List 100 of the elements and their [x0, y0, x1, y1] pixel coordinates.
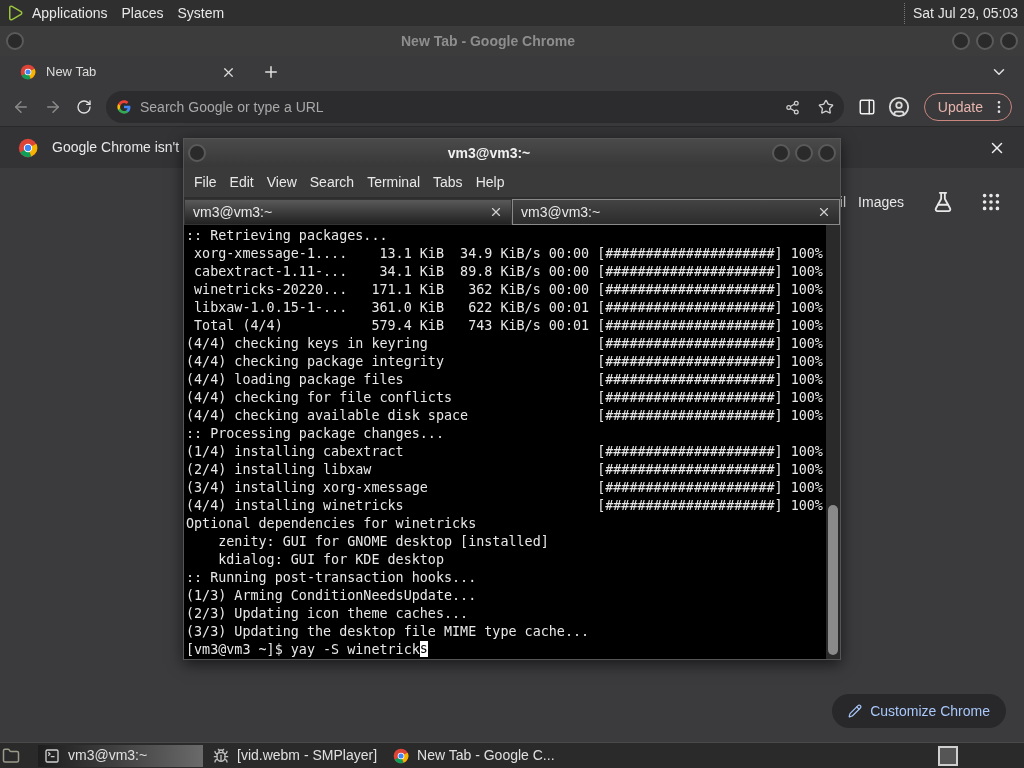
- panel-menu[interactable]: Applications: [32, 2, 108, 24]
- chrome-logo-icon: [18, 137, 38, 158]
- terminal-line: (3/3) Updating the desktop file MIME type cache...: [186, 624, 590, 639]
- tab-title: vm3@vm3:~: [193, 202, 274, 222]
- infobar-message: Google Chrome isn't: [52, 138, 180, 157]
- terminal-line: (4/4) checking package integrity: [186, 353, 445, 371]
- terminal-line: :: Processing package changes...: [186, 426, 444, 441]
- apps-grid-icon[interactable]: [980, 191, 1002, 213]
- customize-chrome-button[interactable]: Customize Chrome: [832, 694, 1006, 728]
- percent-text: 100%: [790, 299, 823, 317]
- terminal-line: Optional dependencies for winetricks: [186, 516, 477, 531]
- progress-bar-text: [#####################]: [597, 479, 783, 497]
- back-icon[interactable]: [12, 98, 30, 116]
- progress-bar-text: [#####################]: [597, 245, 783, 263]
- progress-bar-text: [#####################]: [597, 281, 783, 299]
- forward-icon[interactable]: [44, 98, 62, 116]
- percent-text: 100%: [790, 389, 823, 407]
- close-icon[interactable]: [817, 205, 831, 219]
- terminal-line: (1/4) installing cabextract: [186, 443, 405, 461]
- panel-menu[interactable]: Places: [121, 2, 164, 24]
- progress-bar-text: [#####################]: [597, 353, 783, 371]
- window-title: vm3@vm3:~: [446, 143, 532, 163]
- scrollbar[interactable]: [826, 225, 840, 659]
- progress-bar-text: [#####################]: [597, 371, 783, 389]
- percent-text: 100%: [790, 407, 823, 425]
- terminal-line: (4/4) checking for file conflicts: [186, 389, 454, 407]
- percent-text: 100%: [790, 479, 823, 497]
- terminal-line: (3/4) installing xorg-xmessage: [186, 479, 429, 497]
- terminal-tab[interactable]: vm3@vm3:~: [512, 199, 840, 225]
- tab-title: New Tab: [46, 63, 98, 82]
- menu-item[interactable]: Tabs: [427, 171, 469, 193]
- clock-text: Sat Jul 29, 05:03: [903, 2, 1018, 24]
- taskbar-item[interactable]: vm3@vm3:~: [38, 744, 203, 767]
- percent-text: 100%: [790, 281, 823, 299]
- progress-bar-text: [#####################]: [597, 461, 783, 479]
- panel-menu[interactable]: System: [177, 2, 225, 24]
- search-field[interactable]: Search Google or type a URL: [140, 96, 777, 118]
- progress-bar-text: [#####################]: [597, 389, 783, 407]
- terminal-line: (2/4) installing libxaw: [186, 461, 373, 479]
- taskbar-item[interactable]: New Tab - Google C...: [387, 744, 561, 767]
- progress-bar-text: [#####################]: [597, 443, 783, 461]
- terminal-line: (2/3) Updating icon theme caches...: [186, 606, 469, 621]
- terminal-line: (4/4) loading package files: [186, 371, 405, 389]
- terminal-line: cabextract-1.11-... 34.1 KiB 89.8 KiB/s 00:00: [193, 263, 591, 281]
- progress-bar-text: [#####################]: [597, 317, 783, 335]
- terminal-line: libxaw-1.0.15-1-... 361.0 KiB 622 KiB/s 00:01: [193, 299, 591, 317]
- tab-title: vm3@vm3:~: [521, 202, 602, 222]
- workspace-switcher[interactable]: [938, 745, 958, 766]
- percent-text: 100%: [790, 371, 823, 389]
- percent-text: 100%: [790, 461, 823, 479]
- new-tab-icon[interactable]: [262, 63, 280, 81]
- terminal-line: zenity: GUI for GNOME desktop [installed]: [217, 534, 549, 549]
- bookmark-star-icon[interactable]: [817, 99, 834, 115]
- percent-text: 100%: [790, 245, 823, 263]
- terminal-line: xorg-xmessage-1.... 13.1 KiB 34.9 KiB/s 00:00: [193, 245, 591, 263]
- menu-item[interactable]: Edit: [223, 171, 260, 193]
- menu-item[interactable]: Help: [469, 171, 511, 193]
- address-bar[interactable]: Search Google or type a URL: [106, 91, 844, 123]
- terminal-icon: [44, 747, 60, 764]
- terminal-line: (4/4) checking available disk space: [186, 407, 470, 425]
- percent-text: 100%: [790, 317, 823, 335]
- percent-text: 100%: [790, 443, 823, 461]
- reload-icon[interactable]: [76, 99, 92, 115]
- menu-item[interactable]: File: [188, 171, 223, 193]
- menu-item[interactable]: Terminal: [361, 171, 427, 193]
- show-desktop-icon[interactable]: [2, 746, 20, 765]
- percent-text: 100%: [790, 353, 823, 371]
- progress-bar-text: [#####################]: [597, 497, 783, 515]
- terminal-line: kdialog: GUI for KDE desktop: [217, 552, 444, 567]
- terminal-line: (4/4) installing winetricks: [186, 497, 405, 515]
- side-panel-icon[interactable]: [857, 98, 876, 116]
- menu-item[interactable]: Search: [303, 171, 361, 193]
- menu-item[interactable]: View: [260, 171, 303, 193]
- terminal-tab[interactable]: vm3@vm3:~: [184, 199, 512, 225]
- header-link[interactable]: il: [839, 191, 847, 213]
- window-title: New Tab - Google Chrome: [400, 31, 576, 51]
- pencil-icon: [848, 704, 863, 718]
- progress-bar-text: [#####################]: [597, 335, 783, 353]
- percent-text: 100%: [790, 497, 823, 515]
- google-g-icon: [116, 99, 132, 115]
- chrome-logo-icon: [393, 747, 410, 764]
- percent-text: 100%: [790, 263, 823, 281]
- terminal-line: (1/3) Arming ConditionNeedsUpdate...: [186, 588, 477, 603]
- bug-icon: [213, 747, 229, 764]
- progress-bar-text: [#####################]: [597, 299, 783, 317]
- percent-text: 100%: [790, 335, 823, 353]
- taskbar-item[interactable]: [vid.webm - SMPlayer]: [207, 744, 384, 767]
- header-link[interactable]: Images: [858, 191, 904, 213]
- terminal-line: :: Retrieving packages...: [186, 228, 388, 243]
- profile-icon[interactable]: [887, 96, 910, 118]
- terminal-line: winetricks-20220... 171.1 KiB 362 KiB/s 00:00: [193, 281, 591, 299]
- terminal-line: (4/4) checking keys in keyring: [186, 335, 429, 353]
- command-prompt[interactable]: [vm3@vm3 ~]$ yay -S winetrick: [186, 641, 420, 659]
- close-icon[interactable]: [489, 205, 503, 219]
- flask-icon[interactable]: [932, 191, 954, 213]
- chrome-logo-icon: [20, 64, 36, 80]
- terminal-line: Total (4/4) 579.4 KiB 743 KiB/s 00:01: [193, 317, 591, 335]
- terminal-line: :: Running post-transaction hooks...: [186, 570, 477, 585]
- share-icon[interactable]: [784, 99, 800, 115]
- progress-bar-text: [#####################]: [597, 407, 783, 425]
